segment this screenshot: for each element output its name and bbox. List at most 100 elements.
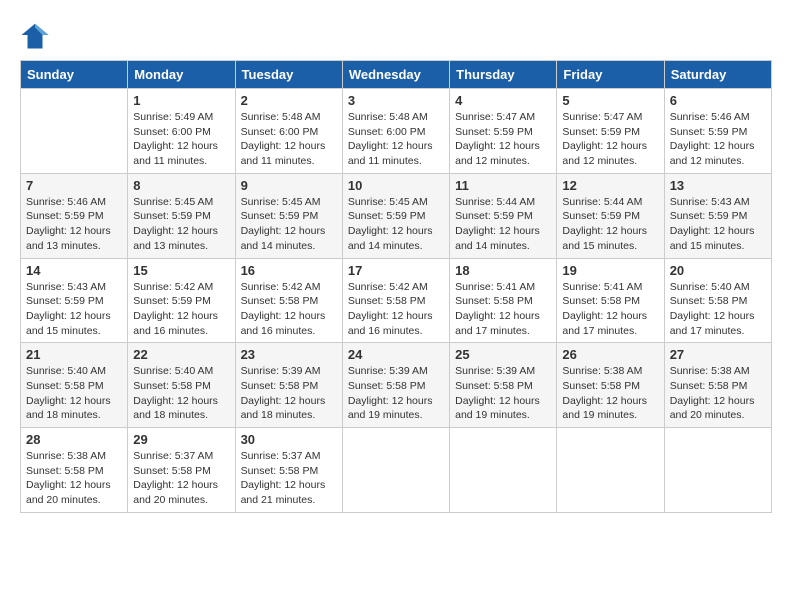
day-number: 5 bbox=[562, 93, 658, 108]
day-info: Sunrise: 5:48 AM Sunset: 6:00 PM Dayligh… bbox=[348, 110, 444, 169]
day-number: 19 bbox=[562, 263, 658, 278]
calendar-cell bbox=[664, 428, 771, 513]
day-info: Sunrise: 5:38 AM Sunset: 5:58 PM Dayligh… bbox=[26, 449, 122, 508]
day-number: 25 bbox=[455, 347, 551, 362]
calendar-cell: 27 Sunrise: 5:38 AM Sunset: 5:58 PM Dayli… bbox=[664, 343, 771, 428]
day-number: 7 bbox=[26, 178, 122, 193]
day-number: 15 bbox=[133, 263, 229, 278]
day-info: Sunrise: 5:40 AM Sunset: 5:58 PM Dayligh… bbox=[26, 364, 122, 423]
day-info: Sunrise: 5:41 AM Sunset: 5:58 PM Dayligh… bbox=[562, 280, 658, 339]
calendar-cell: 30Sunrise: 5:37 AM Sunset: 5:58 PM Dayli… bbox=[235, 428, 342, 513]
calendar-week-row: 21 Sunrise: 5:40 AM Sunset: 5:58 PM Dayli… bbox=[21, 343, 772, 428]
calendar-cell: 22 Sunrise: 5:40 AM Sunset: 5:58 PM Dayli… bbox=[128, 343, 235, 428]
calendar-week-row: 14 Sunrise: 5:43 AM Sunset: 5:59 PM Dayli… bbox=[21, 258, 772, 343]
calendar-cell: 20Sunrise: 5:40 AM Sunset: 5:58 PM Dayli… bbox=[664, 258, 771, 343]
day-number: 3 bbox=[348, 93, 444, 108]
calendar-cell bbox=[342, 428, 449, 513]
calendar-cell bbox=[450, 428, 557, 513]
day-number: 1 bbox=[133, 93, 229, 108]
day-info: Sunrise: 5:43 AM Sunset: 5:59 PM Dayligh… bbox=[670, 195, 766, 254]
calendar-cell: 6 Sunrise: 5:46 AM Sunset: 5:59 PM Daylig… bbox=[664, 89, 771, 174]
calendar-cell: 5 Sunrise: 5:47 AM Sunset: 5:59 PM Daylig… bbox=[557, 89, 664, 174]
day-info: Sunrise: 5:48 AM Sunset: 6:00 PM Dayligh… bbox=[241, 110, 337, 169]
day-info: Sunrise: 5:39 AM Sunset: 5:58 PM Dayligh… bbox=[455, 364, 551, 423]
day-info: Sunrise: 5:37 AM Sunset: 5:58 PM Dayligh… bbox=[133, 449, 229, 508]
day-info: Sunrise: 5:41 AM Sunset: 5:58 PM Dayligh… bbox=[455, 280, 551, 339]
weekday-header-wednesday: Wednesday bbox=[342, 61, 449, 89]
day-info: Sunrise: 5:44 AM Sunset: 5:59 PM Dayligh… bbox=[455, 195, 551, 254]
weekday-header-tuesday: Tuesday bbox=[235, 61, 342, 89]
day-info: Sunrise: 5:40 AM Sunset: 5:58 PM Dayligh… bbox=[133, 364, 229, 423]
day-number: 14 bbox=[26, 263, 122, 278]
day-number: 11 bbox=[455, 178, 551, 193]
day-info: Sunrise: 5:42 AM Sunset: 5:58 PM Dayligh… bbox=[348, 280, 444, 339]
logo-icon bbox=[20, 20, 50, 50]
day-info: Sunrise: 5:39 AM Sunset: 5:58 PM Dayligh… bbox=[241, 364, 337, 423]
calendar-cell: 26 Sunrise: 5:38 AM Sunset: 5:58 PM Dayli… bbox=[557, 343, 664, 428]
day-info: Sunrise: 5:40 AM Sunset: 5:58 PM Dayligh… bbox=[670, 280, 766, 339]
header bbox=[20, 20, 772, 50]
day-number: 28 bbox=[26, 432, 122, 447]
calendar-cell: 3 Sunrise: 5:48 AM Sunset: 6:00 PM Daylig… bbox=[342, 89, 449, 174]
day-number: 12 bbox=[562, 178, 658, 193]
day-info: Sunrise: 5:47 AM Sunset: 5:59 PM Dayligh… bbox=[562, 110, 658, 169]
calendar-cell: 15 Sunrise: 5:42 AM Sunset: 5:59 PM Dayli… bbox=[128, 258, 235, 343]
calendar-cell: 4Sunrise: 5:47 AM Sunset: 5:59 PM Daylig… bbox=[450, 89, 557, 174]
day-info: Sunrise: 5:39 AM Sunset: 5:58 PM Dayligh… bbox=[348, 364, 444, 423]
calendar-cell: 8 Sunrise: 5:45 AM Sunset: 5:59 PM Daylig… bbox=[128, 173, 235, 258]
weekday-header-thursday: Thursday bbox=[450, 61, 557, 89]
calendar-cell: 1 Sunrise: 5:49 AM Sunset: 6:00 PM Daylig… bbox=[128, 89, 235, 174]
day-number: 6 bbox=[670, 93, 766, 108]
day-info: Sunrise: 5:42 AM Sunset: 5:59 PM Dayligh… bbox=[133, 280, 229, 339]
calendar: SundayMondayTuesdayWednesdayThursdayFrid… bbox=[20, 60, 772, 513]
calendar-cell: 25 Sunrise: 5:39 AM Sunset: 5:58 PM Dayli… bbox=[450, 343, 557, 428]
day-number: 29 bbox=[133, 432, 229, 447]
weekday-header-sunday: Sunday bbox=[21, 61, 128, 89]
day-info: Sunrise: 5:47 AM Sunset: 5:59 PM Dayligh… bbox=[455, 110, 551, 169]
calendar-cell: 2 Sunrise: 5:48 AM Sunset: 6:00 PM Daylig… bbox=[235, 89, 342, 174]
calendar-cell: 28 Sunrise: 5:38 AM Sunset: 5:58 PM Dayli… bbox=[21, 428, 128, 513]
calendar-cell bbox=[21, 89, 128, 174]
day-number: 23 bbox=[241, 347, 337, 362]
day-number: 18 bbox=[455, 263, 551, 278]
day-info: Sunrise: 5:46 AM Sunset: 5:59 PM Dayligh… bbox=[670, 110, 766, 169]
weekday-header-row: SundayMondayTuesdayWednesdayThursdayFrid… bbox=[21, 61, 772, 89]
day-number: 2 bbox=[241, 93, 337, 108]
calendar-cell: 18 Sunrise: 5:41 AM Sunset: 5:58 PM Dayli… bbox=[450, 258, 557, 343]
calendar-cell: 10Sunrise: 5:45 AM Sunset: 5:59 PM Dayli… bbox=[342, 173, 449, 258]
calendar-week-row: 28 Sunrise: 5:38 AM Sunset: 5:58 PM Dayli… bbox=[21, 428, 772, 513]
day-number: 10 bbox=[348, 178, 444, 193]
calendar-cell: 14 Sunrise: 5:43 AM Sunset: 5:59 PM Dayli… bbox=[21, 258, 128, 343]
day-number: 8 bbox=[133, 178, 229, 193]
day-number: 30 bbox=[241, 432, 337, 447]
day-number: 21 bbox=[26, 347, 122, 362]
day-number: 13 bbox=[670, 178, 766, 193]
day-info: Sunrise: 5:38 AM Sunset: 5:58 PM Dayligh… bbox=[562, 364, 658, 423]
day-info: Sunrise: 5:45 AM Sunset: 5:59 PM Dayligh… bbox=[133, 195, 229, 254]
weekday-header-monday: Monday bbox=[128, 61, 235, 89]
day-info: Sunrise: 5:45 AM Sunset: 5:59 PM Dayligh… bbox=[241, 195, 337, 254]
day-number: 17 bbox=[348, 263, 444, 278]
day-info: Sunrise: 5:44 AM Sunset: 5:59 PM Dayligh… bbox=[562, 195, 658, 254]
day-number: 24 bbox=[348, 347, 444, 362]
calendar-cell: 11 Sunrise: 5:44 AM Sunset: 5:59 PM Dayli… bbox=[450, 173, 557, 258]
calendar-week-row: 1 Sunrise: 5:49 AM Sunset: 6:00 PM Daylig… bbox=[21, 89, 772, 174]
weekday-header-saturday: Saturday bbox=[664, 61, 771, 89]
day-info: Sunrise: 5:49 AM Sunset: 6:00 PM Dayligh… bbox=[133, 110, 229, 169]
calendar-cell: 13 Sunrise: 5:43 AM Sunset: 5:59 PM Dayli… bbox=[664, 173, 771, 258]
calendar-cell: 17 Sunrise: 5:42 AM Sunset: 5:58 PM Dayli… bbox=[342, 258, 449, 343]
calendar-cell: 16Sunrise: 5:42 AM Sunset: 5:58 PM Dayli… bbox=[235, 258, 342, 343]
day-info: Sunrise: 5:38 AM Sunset: 5:58 PM Dayligh… bbox=[670, 364, 766, 423]
day-number: 27 bbox=[670, 347, 766, 362]
calendar-week-row: 7 Sunrise: 5:46 AM Sunset: 5:59 PM Daylig… bbox=[21, 173, 772, 258]
day-number: 26 bbox=[562, 347, 658, 362]
day-info: Sunrise: 5:43 AM Sunset: 5:59 PM Dayligh… bbox=[26, 280, 122, 339]
day-info: Sunrise: 5:46 AM Sunset: 5:59 PM Dayligh… bbox=[26, 195, 122, 254]
calendar-cell: 23 Sunrise: 5:39 AM Sunset: 5:58 PM Dayli… bbox=[235, 343, 342, 428]
calendar-cell: 29 Sunrise: 5:37 AM Sunset: 5:58 PM Dayli… bbox=[128, 428, 235, 513]
calendar-cell: 24 Sunrise: 5:39 AM Sunset: 5:58 PM Dayli… bbox=[342, 343, 449, 428]
calendar-cell: 9Sunrise: 5:45 AM Sunset: 5:59 PM Daylig… bbox=[235, 173, 342, 258]
day-number: 22 bbox=[133, 347, 229, 362]
calendar-cell: 7 Sunrise: 5:46 AM Sunset: 5:59 PM Daylig… bbox=[21, 173, 128, 258]
logo bbox=[20, 20, 55, 50]
